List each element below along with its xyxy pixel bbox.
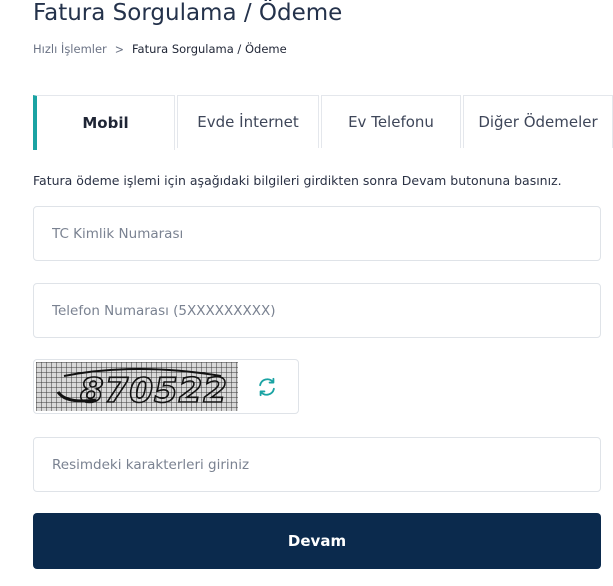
tab-home-internet[interactable]: Evde İnternet bbox=[177, 95, 319, 148]
payment-type-tabs: Mobil Evde İnternet Ev Telefonu Diğer Öd… bbox=[33, 95, 613, 150]
captcha-container: 870522 bbox=[33, 359, 299, 414]
breadcrumb-item-quick-actions[interactable]: Hızlı İşlemler bbox=[33, 42, 107, 56]
continue-button[interactable]: Devam bbox=[33, 513, 601, 569]
captcha-answer-field[interactable] bbox=[33, 437, 601, 492]
captcha-answer-input[interactable] bbox=[50, 455, 600, 474]
form-instructions: Fatura ödeme işlemi için aşağıdaki bilgi… bbox=[33, 173, 562, 188]
breadcrumb-item-current: Fatura Sorgulama / Ödeme bbox=[132, 42, 287, 56]
captcha-text: 870522 bbox=[80, 371, 228, 411]
tab-other-payments[interactable]: Diğer Ödemeler bbox=[463, 95, 613, 148]
chevron-right-icon: > bbox=[114, 41, 124, 57]
phone-number-field[interactable] bbox=[33, 283, 601, 338]
phone-number-input[interactable] bbox=[50, 301, 600, 320]
captcha-image: 870522 bbox=[36, 362, 238, 411]
captcha-refresh-button[interactable] bbox=[254, 374, 280, 400]
tab-mobile[interactable]: Mobil bbox=[33, 95, 175, 150]
page-title: Fatura Sorgulama / Ödeme bbox=[33, 0, 343, 26]
tab-home-phone[interactable]: Ev Telefonu bbox=[321, 95, 461, 148]
tc-id-input[interactable] bbox=[50, 224, 600, 243]
tc-id-field[interactable] bbox=[33, 206, 601, 261]
breadcrumb: Hızlı İşlemler > Fatura Sorgulama / Ödem… bbox=[33, 41, 287, 57]
refresh-icon bbox=[259, 377, 275, 397]
invoice-payment-page: Fatura Sorgulama / Ödeme Hızlı İşlemler … bbox=[0, 0, 613, 586]
